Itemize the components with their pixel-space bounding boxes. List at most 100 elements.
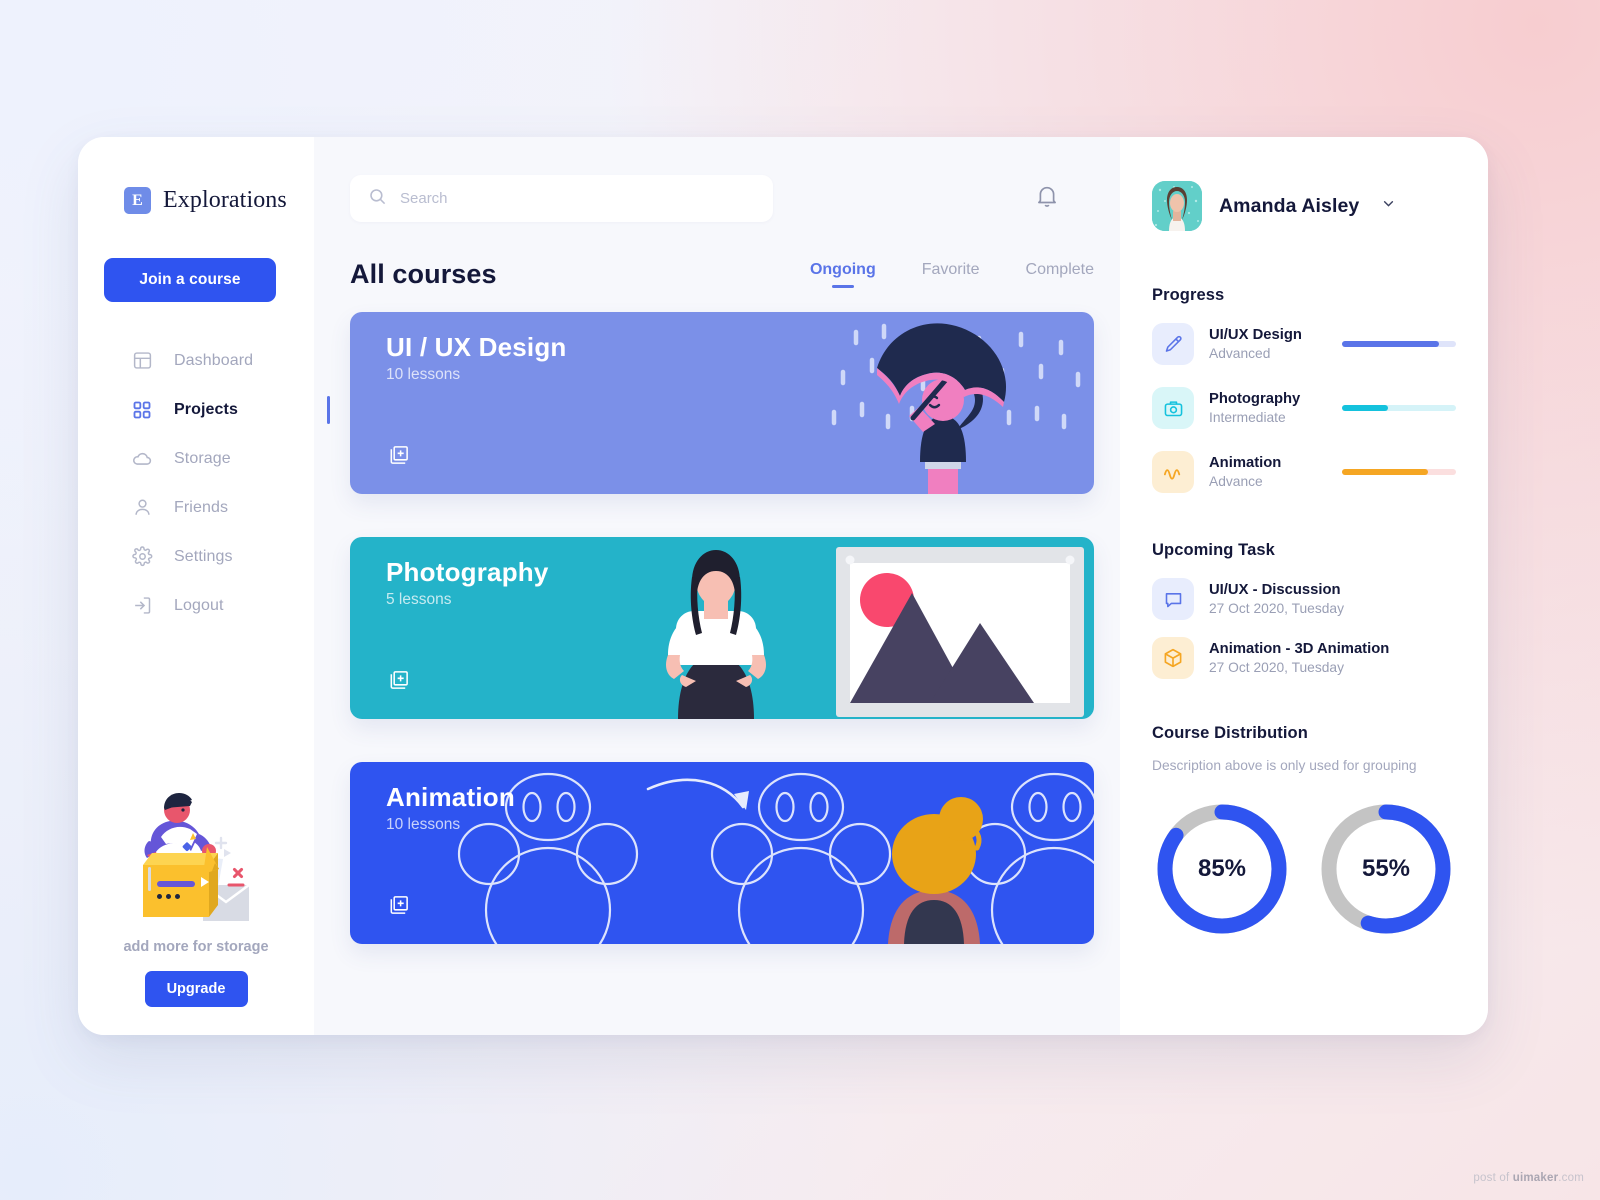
donut-chart-group: 85% 55% — [1152, 799, 1456, 939]
sidebar-item-settings[interactable]: Settings — [78, 532, 314, 581]
donut-value-label: 85% — [1197, 855, 1247, 882]
search-icon — [368, 187, 387, 211]
brand-name: Explorations — [163, 187, 287, 213]
progress-course-name: Photography — [1209, 391, 1301, 407]
watermark-brand: uimaker — [1512, 1172, 1559, 1184]
donut-chart: 85% — [1152, 799, 1292, 939]
list-item[interactable]: Photography Intermediate — [1152, 387, 1456, 429]
letter-e-logo: E — [124, 187, 151, 214]
storage-promo: add more for storage Upgrade — [78, 781, 314, 1007]
sidebar: E Explorations Join a course Dashboard P… — [78, 137, 330, 1035]
sidebar-item-storage[interactable]: Storage — [78, 434, 314, 483]
progress-meta: UI/UX Design Advanced — [1209, 327, 1327, 361]
add-to-collection-icon[interactable] — [387, 894, 410, 922]
tab-favorite[interactable]: Favorite — [922, 261, 980, 288]
progress-meta: Photography Intermediate — [1209, 391, 1327, 425]
sidebar-item-dashboard[interactable]: Dashboard — [78, 336, 314, 385]
course-distribution-heading: Course Distribution — [1152, 724, 1308, 742]
donut-chart: 55% — [1316, 799, 1456, 939]
brand: E Explorations — [124, 187, 314, 214]
progress-course-level: Advance — [1209, 474, 1263, 489]
progress-list: UI/UX Design Advanced Photography Interm… — [1152, 323, 1456, 493]
course-card-label: Animation 10 lessons — [386, 782, 515, 834]
tab-complete[interactable]: Complete — [1026, 261, 1094, 288]
course-distribution-section: Course Distribution Description above is… — [1152, 724, 1456, 939]
task-list: UI/UX - Discussion 27 Oct 2020, Tuesday … — [1152, 578, 1456, 679]
course-title: Photography — [386, 557, 549, 587]
watermark-prefix: post of — [1473, 1172, 1513, 1184]
user-profile[interactable]: Amanda Aisley — [1152, 181, 1456, 231]
progress-meta: Animation Advance — [1209, 455, 1327, 489]
add-to-collection-icon[interactable] — [387, 444, 410, 472]
page-title: All courses — [350, 259, 497, 289]
sidebar-item-projects[interactable]: Projects — [78, 385, 330, 434]
right-panel: Amanda Aisley Progress UI/UX Design Adva… — [1120, 137, 1488, 1035]
list-item[interactable]: Animation Advance — [1152, 451, 1456, 493]
course-title: Animation — [386, 782, 515, 812]
course-filter-tabs: Ongoing Favorite Complete — [810, 261, 1094, 290]
sidebar-item-friends[interactable]: Friends — [78, 483, 314, 532]
sidebar-item-label: Projects — [174, 400, 238, 418]
add-to-collection-icon[interactable] — [387, 669, 410, 697]
task-meta: UI/UX - Discussion 27 Oct 2020, Tuesday — [1209, 582, 1344, 616]
search-bar[interactable] — [350, 175, 773, 222]
progress-course-name: Animation — [1209, 455, 1282, 471]
sidebar-nav: Dashboard Projects Storage Friends Setti… — [78, 336, 330, 630]
pencil-icon — [1152, 323, 1194, 365]
course-card-animation[interactable]: Animation 10 lessons — [350, 762, 1094, 944]
sidebar-item-label: Settings — [174, 547, 233, 565]
progress-section: Progress UI/UX Design Advanced Photograp… — [1152, 286, 1456, 493]
course-lessons: 10 lessons — [386, 366, 461, 383]
watermark: post of uimaker.com — [1473, 1172, 1584, 1184]
person-unpacking-box-illustration — [121, 781, 271, 933]
user-icon — [131, 497, 153, 519]
course-card-label: UI / UX Design 10 lessons — [386, 332, 567, 384]
tab-ongoing[interactable]: Ongoing — [810, 261, 876, 288]
avatar — [1152, 181, 1202, 231]
sidebar-item-label: Logout — [174, 596, 224, 614]
camera-icon — [1152, 387, 1194, 429]
dashboard-icon — [131, 350, 153, 372]
donut-value-label: 55% — [1361, 855, 1411, 882]
cloud-icon — [131, 448, 153, 470]
chevron-down-icon[interactable] — [1380, 195, 1397, 217]
course-distribution-description: Description above is only used for group… — [1152, 758, 1417, 773]
sidebar-item-label: Friends — [174, 498, 229, 516]
progress-course-name: UI/UX Design — [1209, 327, 1302, 343]
upcoming-task-heading: Upcoming Task — [1152, 541, 1275, 559]
section-header: All courses Ongoing Favorite Complete — [350, 259, 1094, 290]
grid-icon — [131, 399, 153, 421]
join-a-course-button[interactable]: Join a course — [104, 258, 276, 302]
user-name: Amanda Aisley — [1219, 194, 1360, 217]
progress-bar — [1342, 469, 1456, 475]
progress-bar — [1342, 405, 1456, 411]
upgrade-button[interactable]: Upgrade — [144, 971, 248, 1007]
sidebar-item-label: Dashboard — [174, 351, 254, 369]
progress-heading: Progress — [1152, 286, 1225, 304]
course-title: UI / UX Design — [386, 332, 567, 362]
task-date: 27 Oct 2020, Tuesday — [1209, 660, 1344, 675]
task-name: UI/UX - Discussion — [1209, 582, 1341, 598]
list-item[interactable]: UI/UX - Discussion 27 Oct 2020, Tuesday — [1152, 578, 1456, 620]
topbar — [350, 175, 1094, 222]
list-item[interactable]: Animation - 3D Animation 27 Oct 2020, Tu… — [1152, 637, 1456, 679]
promo-caption: add more for storage — [123, 939, 269, 955]
course-card-photography[interactable]: Photography 5 lessons — [350, 537, 1094, 719]
bell-icon[interactable] — [1034, 183, 1060, 214]
course-card-uiux-design[interactable]: UI / UX Design 10 lessons — [350, 312, 1094, 494]
sidebar-item-label: Storage — [174, 449, 231, 467]
watermark-suffix: .com — [1558, 1172, 1584, 1184]
sidebar-item-logout[interactable]: Logout — [78, 581, 314, 630]
upcoming-task-section: Upcoming Task UI/UX - Discussion 27 Oct … — [1152, 541, 1456, 679]
progress-course-level: Intermediate — [1209, 410, 1286, 425]
app-window: E Explorations Join a course Dashboard P… — [78, 137, 1488, 1035]
cube-icon — [1152, 637, 1194, 679]
task-name: Animation - 3D Animation — [1209, 641, 1390, 657]
list-item[interactable]: UI/UX Design Advanced — [1152, 323, 1456, 365]
search-input[interactable] — [400, 190, 755, 207]
course-lessons: 10 lessons — [386, 816, 461, 833]
course-lessons: 5 lessons — [386, 591, 452, 608]
wave-icon — [1152, 451, 1194, 493]
logout-icon — [131, 595, 153, 617]
task-date: 27 Oct 2020, Tuesday — [1209, 601, 1344, 616]
